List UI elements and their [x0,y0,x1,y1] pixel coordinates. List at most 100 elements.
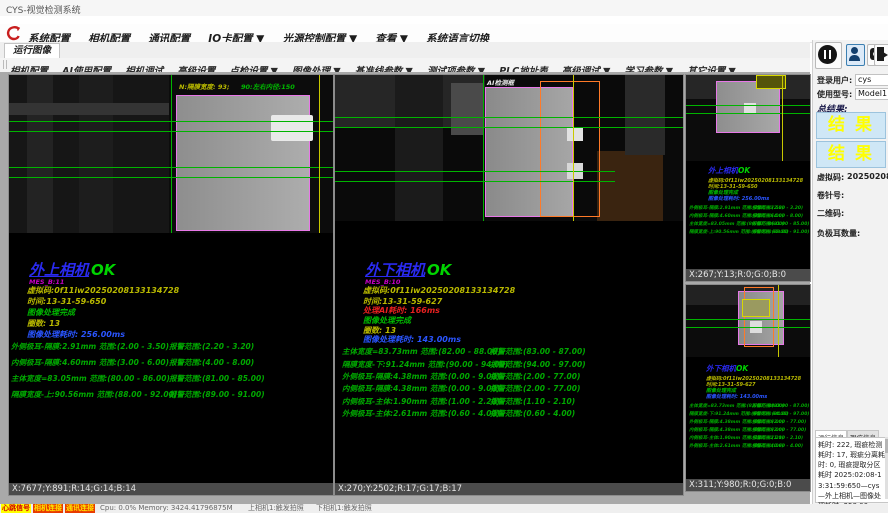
machine-rail [9,103,169,115]
measurement-value: 隔膜宽度-上:90.56mm 范围:(88.00 - 92.00) [11,389,177,400]
login-user-label: 登录用户: [817,75,852,86]
measurement-row: 隔膜宽度-上:90.56mm 范围:(88.00 - 92.00)报警范围:(8… [9,389,333,399]
virtual-barcode: 虚拟码:0f11iw20250208133134728 [363,285,515,296]
pixel-coords-readout: X:267;Y:13;R:0;G:0;B:0 [686,269,810,281]
pause-button[interactable] [815,42,842,69]
edge-line-v [782,75,783,161]
upper-camera-trigger-status: 上相机1:触发拍照 [248,504,304,513]
login-user-button[interactable] [846,44,865,66]
menu-bar: 系统配置 相机配置 通讯配置 IO卡配置 ▼ 光源控制配置 ▼ 查看 ▼ 系统语… [0,24,888,43]
qr-code-label: 二维码: [817,208,844,219]
process-elapsed: 图像处理耗时: 143.00ms [363,334,461,345]
camera-view-lower[interactable]: AI检测框 外下相机OK MES_B:10 虚拟码:0f11iw20250208… [334,74,684,496]
tab-strip: 运行图像 [0,42,810,59]
measure-line-h [686,105,810,106]
measure-line-h [686,327,810,328]
connector-part [271,115,313,141]
tab-run-image[interactable]: 运行图像 [4,43,60,58]
run-info-log: 耗时: 222, 瑕疵检测耗时: 17, 瑕疵分离耗时: 0, 瑕疵提取分区耗时… [815,437,888,503]
ok-status: OK [91,261,115,279]
heartbeat-status: 心跳信号 [1,504,31,513]
process-done: 图像处理完成 [27,307,75,318]
process-elapsed: 图像处理耗时: 256.00ms [708,195,769,202]
measurement-row: 外侧极耳-隔膜:2.91mm 范围:(2.00 - 3.50)报警范围:(2.2… [9,341,333,351]
thumb-photo-upper [686,75,810,161]
login-user-value: cys [855,74,888,86]
alarm-range: 报警范围:(0.60 - 4.00) [752,443,803,449]
alarm-range: 报警范围:(4.00 - 8.00) [169,357,254,368]
alarm-range: 报警范围:(83.00 - 87.00) [490,346,586,357]
toolbar: 相机配置 AI使用配置 相机调试 高级设置 点检设置 ▼ 图像处理 ▼ 基准线参… [0,58,810,73]
measurement-value: 外侧极耳-隔膜:2.91mm 范围:(2.00 - 3.50) [11,341,169,352]
edge-line-v [171,75,172,233]
measurement-value: 外侧极耳-隔膜:4.38mm 范围:(0.00 - 9.00) [342,371,500,382]
alarm-range: 报警范围:(2.00 - 77.00) [490,371,580,382]
alarm-range: 报警范围:(94.00 - 97.00) [490,359,586,370]
alarm-range: 报警范围:(4.00 - 8.00) [752,213,803,219]
camera-title: 外下相机OK [706,363,748,374]
camera-view-upper[interactable]: N:隔膜宽度: 93; 90:左右内径:150 外上相机OK MES_B:11 … [8,74,334,496]
alarm-range: 报警范围:(2.00 - 77.00) [752,419,806,425]
title-bar: CYS-视觉检测系统 [0,0,888,16]
pixel-coords-readout: X:7677;Y:891;R:14;G:14;B:14 [9,483,333,495]
lower-camera-trigger-status: 下相机1:触发拍照 [316,504,372,513]
turn-count: 圈数: 13 [27,318,60,329]
info-tab-strip: 运行信息瑕疵信息错误信息 [815,425,887,436]
measurement-value: 主体宽度=83.05mm 范围:(80.00 - 86.00) [11,373,170,384]
virtual-barcode-value: 20250208 [847,172,888,181]
result-display-upper: 结 果 [816,112,886,139]
cpu-memory-readout: Cpu: 0.0% Memory: 3424.41796875M [100,504,233,513]
alarm-range: 报警范围:(2.00 - 77.00) [490,383,580,394]
measurement-row: 外侧极耳-隔膜:4.38mm 范围:(0.00 - 9.00)报警范围:(2.0… [335,371,683,381]
window-title: CYS-视觉检测系统 [6,3,81,16]
logout-button[interactable] [874,44,888,66]
edge-line-v [573,75,574,221]
app-logo-icon [5,25,22,42]
pause-icon [818,45,837,64]
alarm-range: 报警范围:(2.20 - 3.20) [752,205,803,211]
alarm-range: 报警范围:(83.00 - 87.00) [752,403,809,409]
alarm-range: 报警范围:(0.60 - 4.00) [490,408,575,419]
camera-photo-lower: AI检测框 [335,75,683,221]
thumb-view-upper[interactable]: 外上相机OK 虚拟码:0f11iw20250208133134728 时间:13… [685,74,811,282]
alarm-range: 报警范围:(1.10 - 2.10) [490,396,575,407]
edge-line-v [483,75,484,221]
measurement-row: 隔膜宽度-上:90.56mm 范围:(88.00 - 92.00)报警范围:(8… [686,229,810,239]
alarm-range: 报警范围:(89.00 - 91.00) [752,229,809,235]
ok-status: OK [427,261,451,279]
machine-slab [625,75,665,155]
edge-line-v [319,75,320,233]
ai-detect-box [744,287,774,347]
measurement-row: 内侧极耳-隔膜:4.60mm 范围:(3.00 - 6.00)报警范围:(4.0… [9,357,333,367]
alarm-range: 报警范围:(2.00 - 77.00) [752,427,806,433]
machine-column [27,75,53,233]
toolbar-grip[interactable] [3,60,7,69]
measurement-value: 外侧极耳-主体:2.61mm 范围:(0.60 - 4.00) [342,408,500,419]
right-panel: 登录用户: cys 使用型号: Model1 总结果: 结 果 结 果 虚拟码:… [812,40,888,504]
roi-label: 90:左右内径:150 [241,81,295,91]
ok-status: OK [738,166,750,175]
camera-photo-upper: N:隔膜宽度: 93; 90:左右内径:150 [9,75,333,233]
alarm-range: 报警范围:(1.10 - 2.10) [752,435,803,441]
pixel-coords-readout: X:270;Y:2502;R:17;G:17;B:17 [335,483,683,495]
alarm-range: 报警范围:(94.00 - 97.00) [752,411,809,417]
thumb-view-lower[interactable]: 外下相机OK 虚拟码:0f11iw20250208133134728 时间:13… [685,284,811,492]
status-bar: 心跳信号 相机连接 通讯连接 Cpu: 0.0% Memory: 3424.41… [0,504,888,513]
measure-line-h [335,117,683,118]
measurement-row: 外侧极耳-主体:2.61mm 范围:(0.60 - 4.00)报警范围:(0.6… [335,408,683,418]
roi-label: N:隔膜宽度: 93; [179,81,230,91]
measure-line-h [335,127,683,128]
virtual-barcode-label: 虚拟码: [817,172,844,183]
model-label: 使用型号: [817,89,852,100]
measurement-row: 外侧极耳-主体:2.61mm 范围:(0.60 - 4.00)报警范围:(0.6… [686,443,810,453]
measurement-row: 隔膜宽度-下:91.24mm 范围:(90.00 - 94.00)报警范围:(9… [335,359,683,369]
alarm-range: 报警范围:(81.00 - 85.00) [169,373,265,384]
model-value: Model1 [855,88,888,100]
process-elapsed: 图像处理耗时: 256.00ms [27,329,125,340]
measurement-value: 主体宽度=83.73mm 范围:(82.00 - 88.00) [342,346,501,357]
machine-warm-area [597,151,663,221]
measurement-value: 内侧极耳-隔膜:4.38mm 范围:(0.00 - 9.00) [342,383,500,394]
camera-title: 外上相机OK [29,259,115,280]
measurement-row: 主体宽度=83.05mm 范围:(80.00 - 86.00)报警范围:(81.… [9,373,333,383]
bright-chip [567,127,583,141]
